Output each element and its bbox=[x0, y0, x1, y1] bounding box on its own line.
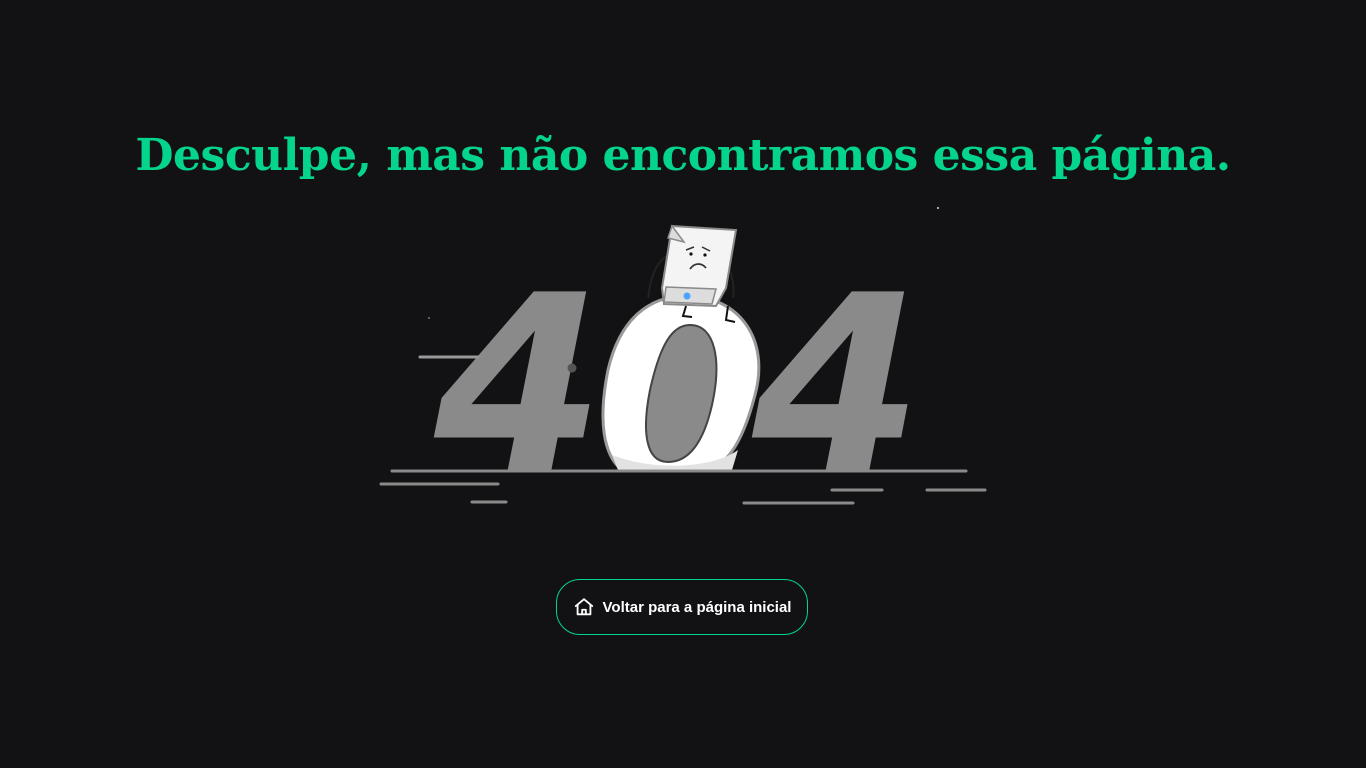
not-found-page: Desculpe, mas não encontramos essa págin… bbox=[0, 0, 1366, 768]
404-illustration: 4 4 bbox=[379, 207, 987, 520]
floating-dot bbox=[567, 363, 577, 373]
home-icon bbox=[573, 596, 595, 618]
star-dot bbox=[937, 207, 939, 209]
digit-four-right: 4 bbox=[751, 243, 922, 520]
back-to-home-label: Voltar para a página inicial bbox=[602, 598, 792, 616]
star-dot bbox=[428, 317, 430, 319]
digit-zero bbox=[601, 294, 761, 472]
digit-four-left: 4 bbox=[433, 243, 604, 520]
back-to-home-button[interactable]: Voltar para a página inicial bbox=[556, 579, 808, 635]
page-title: Desculpe, mas não encontramos essa págin… bbox=[135, 130, 1231, 181]
svg-text:4: 4 bbox=[751, 243, 922, 520]
svg-text:4: 4 bbox=[433, 243, 604, 520]
